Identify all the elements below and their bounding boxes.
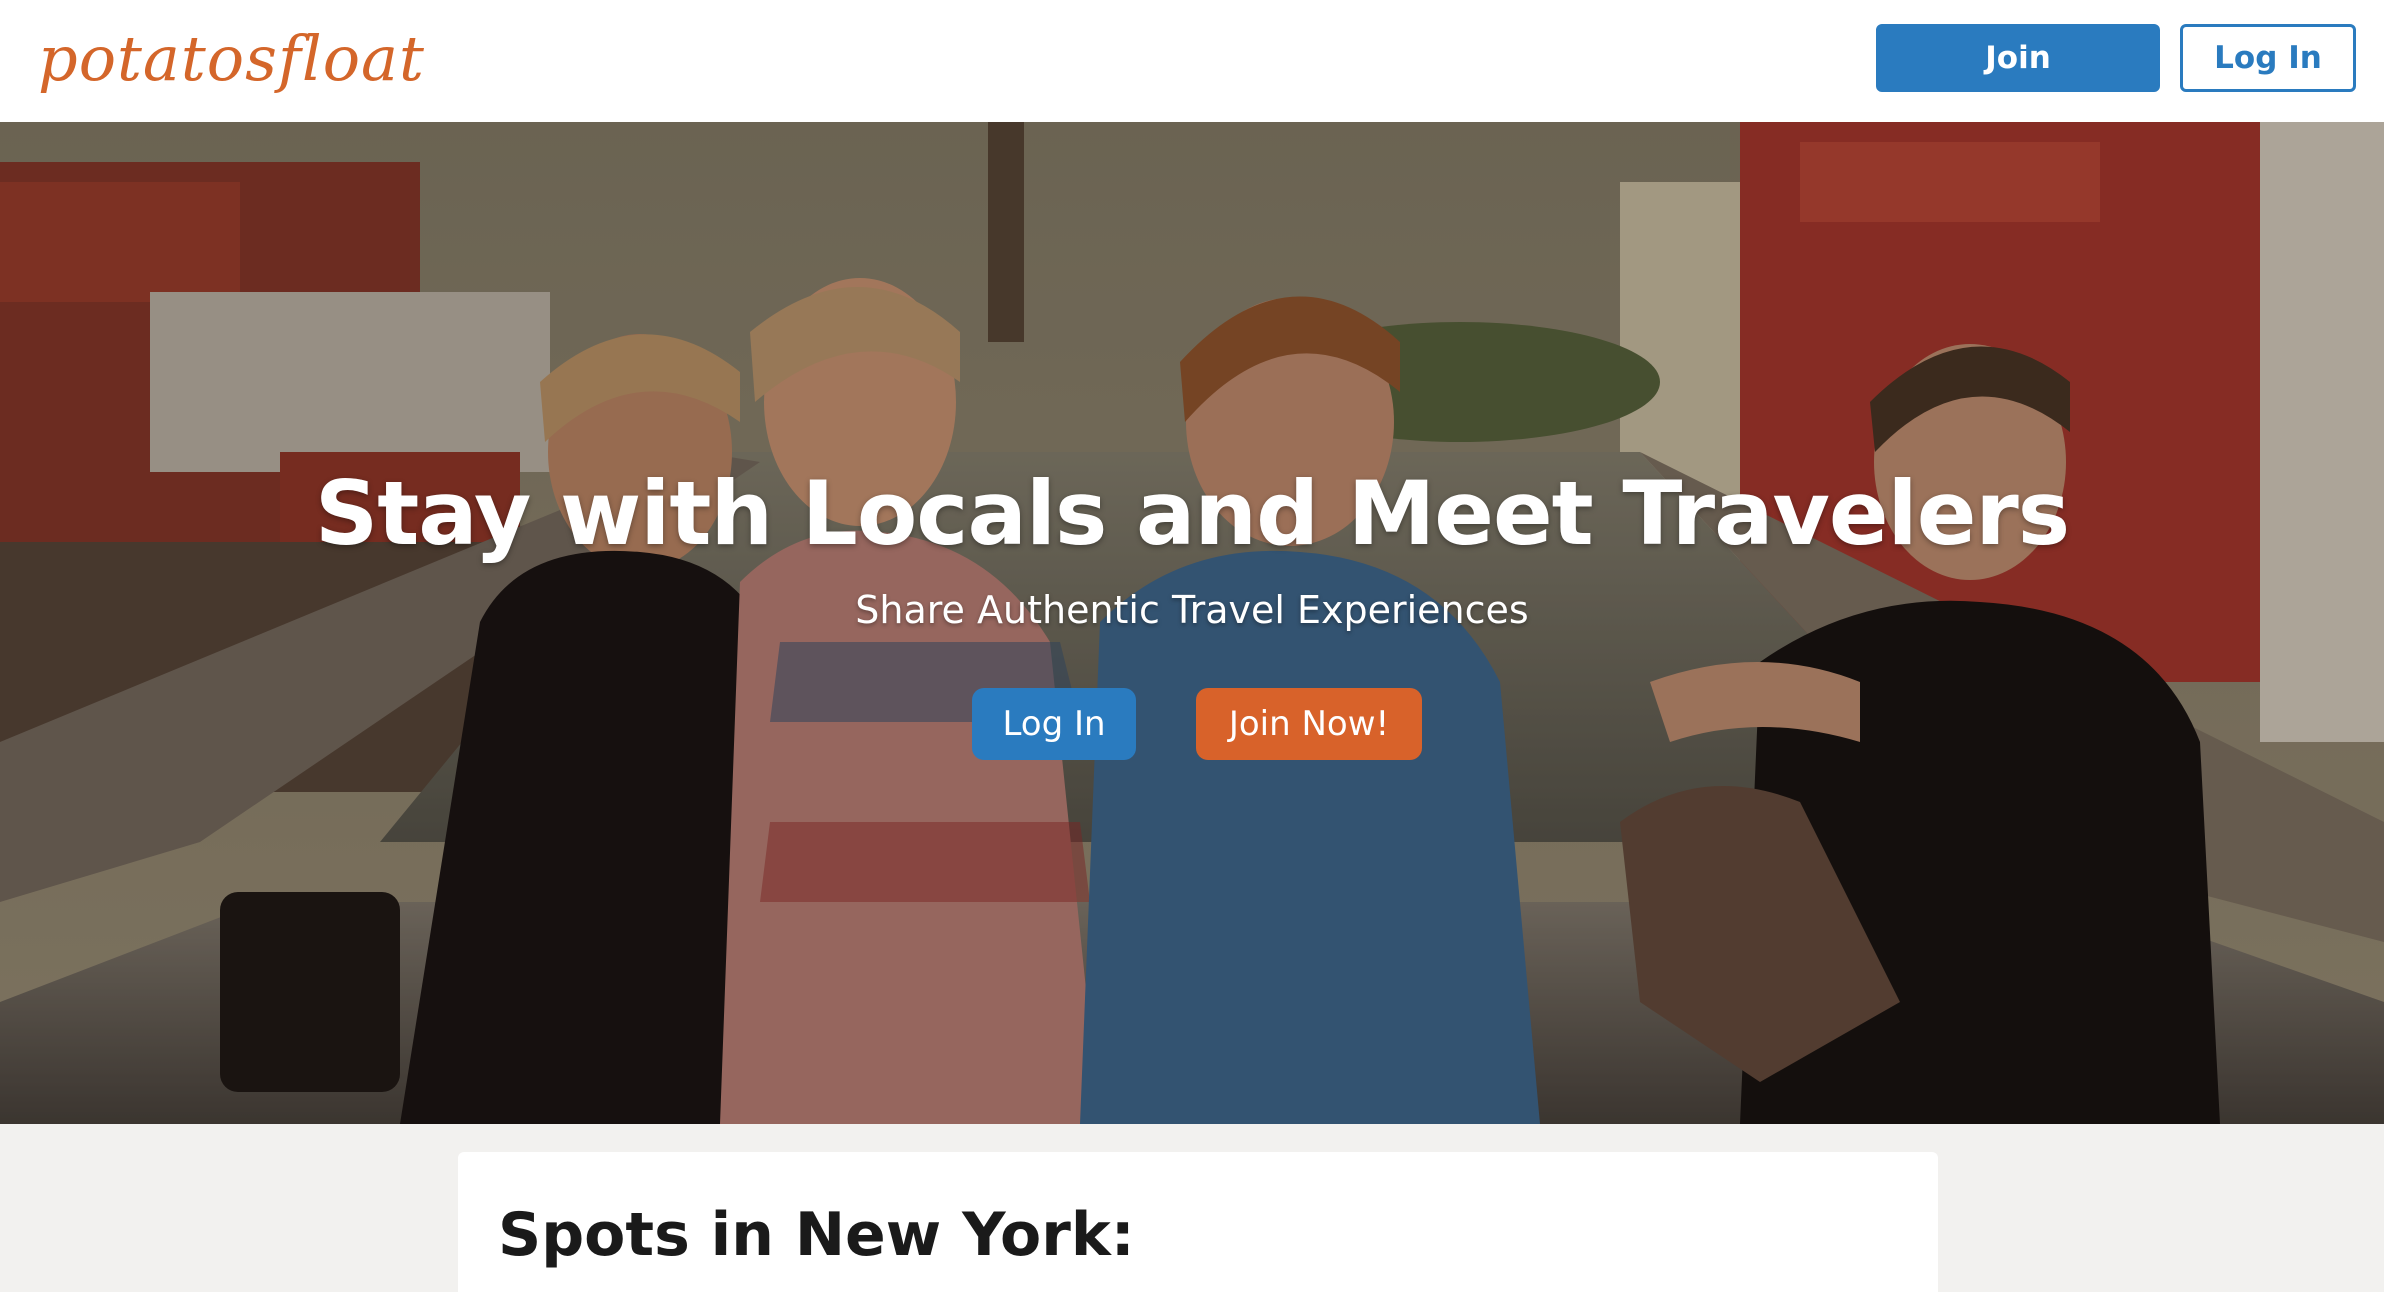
hero-login-button[interactable]: Log In (972, 688, 1136, 760)
hero-join-now-button[interactable]: Join Now! (1196, 688, 1422, 760)
hero-subtitle: Share Authentic Travel Experiences (855, 588, 1529, 632)
nav-join-button[interactable]: Join (1876, 24, 2160, 92)
hero-banner: Stay with Locals and Meet Travelers Shar… (0, 122, 2384, 1124)
spots-section-title: Spots in New York: (498, 1200, 1135, 1270)
top-navigation-bar: potatosfloat Join Log In (0, 0, 2384, 122)
site-logo[interactable]: potatosfloat (38, 22, 425, 95)
hero-title: Stay with Locals and Meet Travelers (314, 462, 2070, 565)
spots-card: Spots in New York: (458, 1152, 1938, 1292)
nav-login-button[interactable]: Log In (2180, 24, 2356, 92)
